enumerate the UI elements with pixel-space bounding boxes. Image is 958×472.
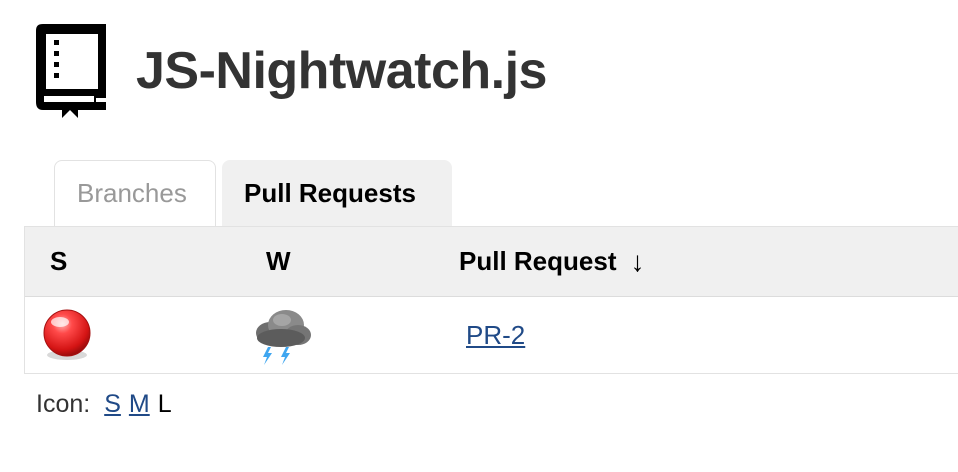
table-header: S W Pull Request ↓ <box>25 227 958 297</box>
column-header-status-label: S <box>50 246 68 276</box>
icon-size-medium-link[interactable]: M <box>129 390 150 419</box>
pull-request-link[interactable]: PR-2 <box>466 297 525 374</box>
tab-pull-requests[interactable]: Pull Requests <box>222 160 452 226</box>
page: JS-Nightwatch.js Branches Pull Requests … <box>0 0 958 472</box>
icon-size-small-link[interactable]: S <box>104 390 121 419</box>
tab-branches[interactable]: Branches <box>54 160 216 226</box>
column-header-weather-label: W <box>266 246 291 276</box>
red-ball-icon[interactable] <box>40 308 94 362</box>
column-header-weather[interactable]: W <box>266 227 291 296</box>
table-row: PR-2 <box>25 297 958 374</box>
page-title: JS-Nightwatch.js <box>136 42 547 100</box>
column-header-pull-request-label: Pull Request <box>459 246 617 276</box>
book-icon <box>36 24 106 118</box>
page-header: JS-Nightwatch.js <box>34 22 547 120</box>
thunderstorm-icon <box>256 310 311 365</box>
column-header-pull-request[interactable]: Pull Request ↓ <box>459 227 644 296</box>
icon-size-selector: Icon: S M L <box>36 390 172 419</box>
icon-size-label: Icon: <box>36 390 91 418</box>
icon-size-large-current: L <box>157 390 172 418</box>
projects-table: S W Pull Request ↓ PR-2 <box>24 226 958 374</box>
sort-arrow-icon: ↓ <box>630 245 645 277</box>
tab-bar: Branches Pull Requests <box>54 160 452 226</box>
column-header-status[interactable]: S <box>50 227 67 296</box>
